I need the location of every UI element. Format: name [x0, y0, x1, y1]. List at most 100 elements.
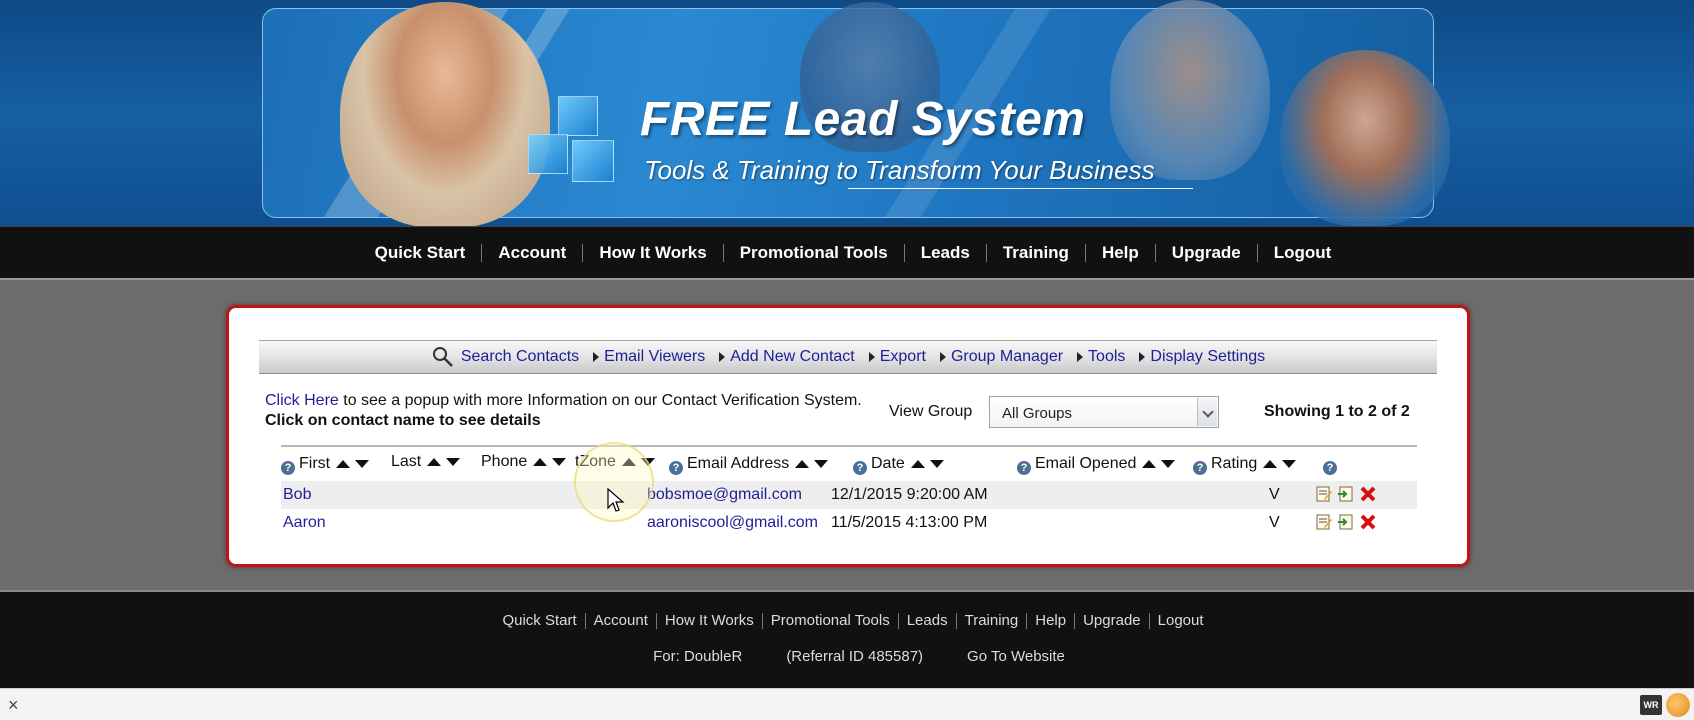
export-label: Export	[879, 348, 926, 365]
sort-desc-icon[interactable]	[1282, 460, 1297, 468]
edit-note-icon[interactable]	[1315, 485, 1333, 503]
verification-popup-text: to see a popup with more Information on …	[338, 392, 862, 409]
arrow-right-icon	[593, 352, 600, 362]
nav-account[interactable]: Account	[482, 243, 582, 263]
contacts-table: ? First Last Phone tZone ? Email Address	[281, 445, 1417, 537]
nav-help[interactable]: Help	[1086, 243, 1155, 263]
toolbar-addon-icon[interactable]	[1666, 693, 1690, 717]
arrow-right-icon	[1139, 352, 1146, 362]
nav-promotional-tools[interactable]: Promotional Tools	[724, 243, 904, 263]
help-icon[interactable]: ?	[853, 461, 867, 475]
col-last-label: Last	[391, 453, 422, 470]
verification-info-text: Click Here to see a popup with more Info…	[265, 392, 862, 410]
contact-verified-flag: V	[1269, 486, 1280, 503]
site-tagline: Tools & Training to Transform Your Busin…	[644, 155, 1155, 185]
footer-nav-upgrade[interactable]: Upgrade	[1075, 612, 1149, 629]
display-settings-link[interactable]: Display Settings	[1139, 348, 1265, 366]
group-manager-label: Group Manager	[950, 348, 1064, 365]
close-icon[interactable]: ×	[8, 695, 19, 716]
col-email-label: Email Address	[687, 455, 790, 472]
move-contact-icon[interactable]	[1337, 485, 1355, 503]
sort-desc-icon[interactable]	[446, 458, 461, 466]
nav-training[interactable]: Training	[987, 243, 1085, 263]
sort-asc-icon[interactable]	[910, 460, 925, 468]
top-nav: Quick Start Account How It Works Promoti…	[0, 226, 1694, 280]
sort-desc-icon[interactable]	[929, 460, 944, 468]
arrow-right-icon	[868, 352, 875, 362]
sort-desc-icon[interactable]	[814, 460, 829, 468]
help-icon[interactable]: ?	[1193, 461, 1207, 475]
help-icon[interactable]: ?	[1323, 461, 1337, 475]
group-manager-link[interactable]: Group Manager	[939, 348, 1064, 366]
toolbar-extension-icon[interactable]: WR	[1640, 695, 1662, 715]
tools-link[interactable]: Tools	[1077, 348, 1125, 366]
sort-asc-icon[interactable]	[533, 458, 548, 466]
sort-asc-icon[interactable]	[427, 458, 442, 466]
delete-icon[interactable]	[1359, 513, 1377, 531]
nav-how-it-works[interactable]: How It Works	[583, 243, 722, 263]
nav-upgrade[interactable]: Upgrade	[1156, 243, 1257, 263]
email-viewers-link[interactable]: Email Viewers	[593, 348, 705, 366]
help-icon[interactable]: ?	[669, 461, 683, 475]
footer-nav-help[interactable]: Help	[1027, 612, 1074, 629]
footer-nav-account[interactable]: Account	[586, 612, 656, 629]
col-email-opened: ? Email Opened	[1017, 453, 1176, 475]
edit-note-icon[interactable]	[1315, 513, 1333, 531]
display-settings-label: Display Settings	[1150, 348, 1266, 365]
sort-asc-icon[interactable]	[1263, 460, 1278, 468]
footer-nav-training[interactable]: Training	[957, 612, 1027, 629]
nav-quick-start[interactable]: Quick Start	[359, 243, 482, 263]
table-header-row: ? First Last Phone tZone ? Email Address	[281, 445, 1417, 481]
contact-date: 11/5/2015 4:13:00 PM	[831, 514, 988, 531]
row-actions	[1315, 513, 1377, 531]
contact-email[interactable]: aaroniscool@gmail.com	[647, 514, 818, 532]
sort-desc-icon[interactable]	[1161, 460, 1176, 468]
footer-nav-quick-start[interactable]: Quick Start	[494, 612, 584, 629]
footer-nav-promotional-tools[interactable]: Promotional Tools	[763, 612, 898, 629]
results-count: Showing 1 to 2 of 2	[1264, 403, 1410, 420]
chevron-down-icon[interactable]	[1197, 398, 1217, 426]
footer-username: For: DoubleR	[653, 648, 743, 665]
contact-first-name[interactable]: Aaron	[283, 514, 326, 532]
sort-desc-icon[interactable]	[552, 458, 567, 466]
col-email: ? Email Address	[669, 453, 829, 475]
contact-details-hint: Click on contact name to see details	[265, 412, 541, 429]
view-group-select[interactable]: All Groups	[989, 396, 1219, 428]
email-viewers-label: Email Viewers	[604, 348, 706, 365]
col-date: ? Date	[853, 453, 944, 475]
go-to-website-link[interactable]: Go To Website	[945, 648, 1087, 665]
help-icon[interactable]: ?	[1017, 461, 1031, 475]
mouse-cursor-icon	[607, 488, 625, 512]
add-new-contact-link[interactable]: Add New Contact	[719, 348, 855, 366]
sort-asc-icon[interactable]	[1142, 460, 1157, 468]
sort-desc-icon[interactable]	[355, 460, 370, 468]
footer-nav-leads[interactable]: Leads	[899, 612, 956, 629]
export-link[interactable]: Export	[868, 348, 926, 366]
move-contact-icon[interactable]	[1337, 513, 1355, 531]
contact-first-name[interactable]: Bob	[283, 486, 311, 504]
help-icon[interactable]: ?	[281, 461, 295, 475]
nav-logout[interactable]: Logout	[1258, 243, 1348, 263]
sort-asc-icon[interactable]	[336, 460, 351, 468]
search-contacts-link[interactable]: Search Contacts	[431, 345, 579, 369]
contact-verified-flag: V	[1269, 514, 1280, 531]
contacts-toolbar: Search Contacts Email Viewers Add New Co…	[259, 340, 1437, 374]
view-group-selected-value: All Groups	[1002, 405, 1073, 422]
click-here-link[interactable]: Click Here	[265, 392, 339, 409]
contact-date: 12/1/2015 9:20:00 AM	[831, 486, 988, 503]
col-phone-label: Phone	[481, 453, 528, 470]
footer-nav-how-it-works[interactable]: How It Works	[657, 612, 762, 629]
col-rating: ? Rating	[1193, 453, 1297, 475]
sort-asc-icon[interactable]	[795, 460, 810, 468]
footer-nav-logout[interactable]: Logout	[1150, 612, 1212, 629]
footer-info: For: DoubleR (Referral ID 485587) Go To …	[0, 648, 1694, 665]
contact-email[interactable]: bobsmoe@gmail.com	[647, 486, 802, 504]
tagline-underline	[848, 188, 1193, 189]
delete-icon[interactable]	[1359, 485, 1377, 503]
table-row: Bob bobsmoe@gmail.com 12/1/2015 9:20:00 …	[281, 481, 1417, 509]
arrow-right-icon	[1077, 352, 1084, 362]
arrow-right-icon	[939, 352, 946, 362]
site-banner: FREE Lead System Tools & Training to Tra…	[0, 0, 1694, 226]
nav-leads[interactable]: Leads	[905, 243, 986, 263]
banner-photo-man-glasses	[1110, 0, 1270, 180]
